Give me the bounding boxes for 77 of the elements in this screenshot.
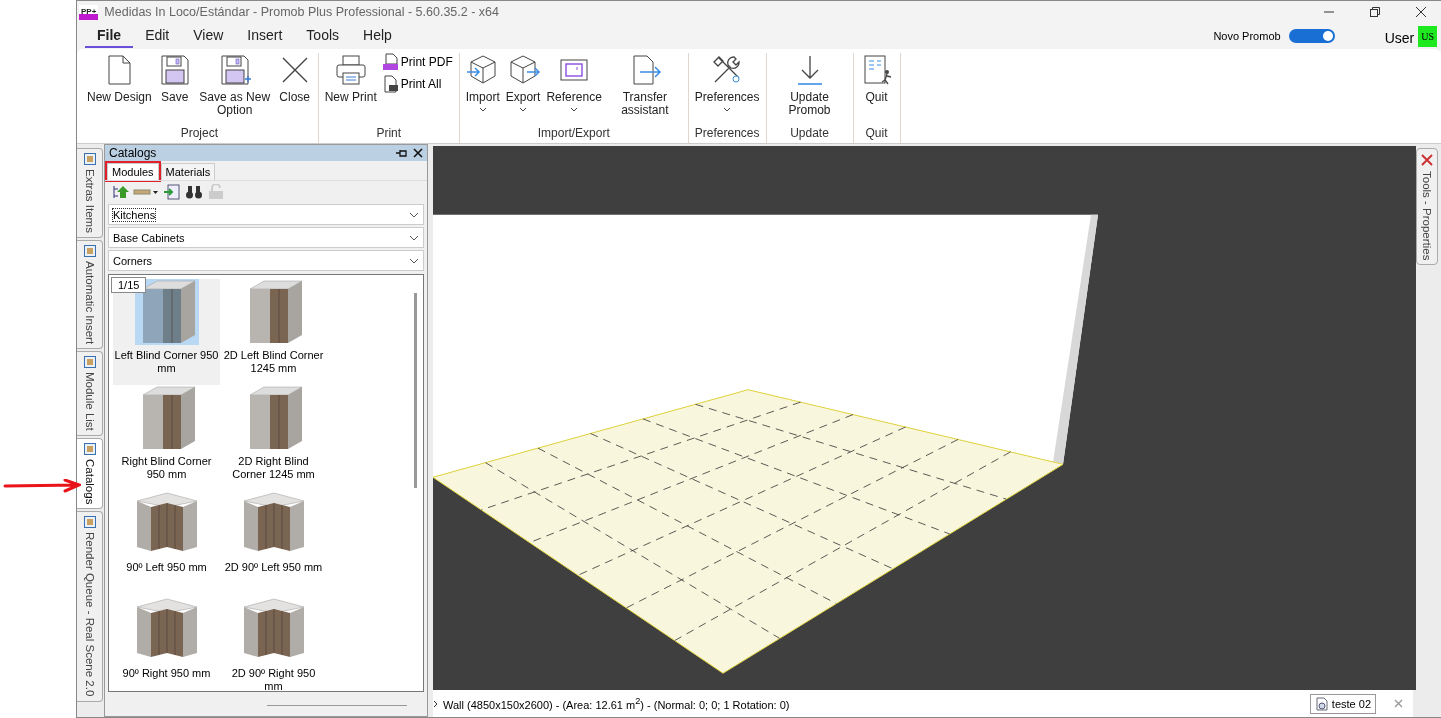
ribbon-button[interactable]: Preferences [694,53,760,112]
pdf-icon [382,53,399,71]
ribbon-button[interactable]: Quit [859,53,894,104]
tree-up-icon[interactable] [111,184,129,200]
caret-icon [723,107,732,112]
toggle-switch[interactable] [1288,29,1335,43]
catalog-item[interactable]: 2D Right Blind Corner 1245 mm [220,385,327,491]
catalog-item[interactable]: 2D 90º Right 950 mm [220,597,327,703]
print-all-icon [382,75,399,93]
ribbon-button[interactable]: Print All [382,75,453,93]
caret-icon [519,107,528,112]
ribbon-button[interactable]: Save [157,53,192,104]
chevron-icon [409,257,419,264]
status-text: Wall (4850x150x2600) - (Area: 12.61 m$^{2}$) - (Normal: 0; 0; 1 Rotation: 0) [443,696,790,711]
group-label: Project [180,126,219,142]
panel-icon [83,516,96,529]
caret-icon [478,107,487,112]
menu-tab[interactable]: View [181,24,236,48]
close-icon[interactable] [413,148,423,158]
ribbon-button[interactable]: Close [277,53,312,104]
document-tab[interactable]: teste 02 [1309,693,1376,714]
side-tab[interactable]: Extras Items [77,148,103,238]
ribbon-button[interactable]: Reference [546,53,602,112]
group-label: Print [376,126,402,142]
printer-icon [333,53,368,87]
pin-icon[interactable] [395,148,407,158]
ribbon-button[interactable]: Import [465,53,500,112]
restore-icon[interactable] [1369,6,1381,18]
panel-tab[interactable]: Modules [107,163,159,180]
panel-icon [83,356,96,368]
user-avatar[interactable]: US [1418,25,1437,47]
group-label: Update [790,126,829,142]
ribbon-button[interactable]: Transfer assistant [607,53,682,117]
menu-tab[interactable]: Tools [294,24,352,48]
close-icon[interactable] [1415,6,1427,18]
panel-icon [83,153,96,165]
panel-icon [83,244,96,257]
panel-tab[interactable]: Materials [160,163,216,180]
toggle-label: Novo Promob [1213,30,1281,42]
ribbon-button[interactable]: New Print [324,53,377,104]
side-tab[interactable]: Module List [77,351,103,436]
ribbon-button[interactable]: Save as New Option [197,53,272,117]
menu-tab[interactable]: Edit [133,24,182,48]
side-tab[interactable]: Tools - Properties [1416,148,1438,266]
3d-room-view[interactable] [433,146,1416,691]
group-label: Import/Export [537,126,610,142]
document-icon [1314,696,1329,711]
catalog-item[interactable]: 2D 90º Left 950 mm [220,491,327,597]
chevron-icon [409,234,419,241]
catalog-item[interactable]: 90º Right 950 mm [113,597,220,703]
caret-icon [570,107,579,112]
catalog-item[interactable]: Right Blind Corner 950 mm [113,385,220,491]
ribbon-button[interactable]: Export [505,53,541,112]
panel-title: Catalogs [109,146,157,160]
side-tab[interactable]: Catalogs [77,437,103,510]
menu-tab[interactable]: Insert [235,24,295,48]
chevron-icon [433,699,439,708]
catalog-item[interactable]: 90º Left 950 mm [113,491,220,597]
window-title: Medidas In Loco/Estándar - Promob Plus Professional - 5.60.35.2 - x64 [104,5,500,19]
ribbon-button[interactable]: New Design [87,53,152,104]
panel-icon [83,442,96,455]
page-counter: 1/15 [111,277,147,293]
group-label: Preferences [694,126,760,142]
dropdown[interactable]: Base Cabinets [108,227,424,248]
group-label: Quit [865,126,888,142]
binoculars-icon[interactable] [185,184,203,200]
dropdown[interactable]: Corners [108,250,424,271]
side-tab[interactable]: Automatic Insert [77,239,103,349]
chevron-icon [409,211,419,218]
user-label: User [1384,29,1415,46]
side-tab[interactable]: Render Queue - Real Scene 2.0 [77,511,103,702]
dropdown[interactable]: Kitchens [108,204,424,225]
menu-tab[interactable]: Help [351,24,404,48]
ribbon-button[interactable]: Update Promob [772,53,847,117]
app-logo: PP+ [79,4,99,20]
ribbon-button[interactable]: Print PDF [382,53,453,71]
catalog-item[interactable]: 2D Left Blind Corner 1245 mm [220,279,327,385]
